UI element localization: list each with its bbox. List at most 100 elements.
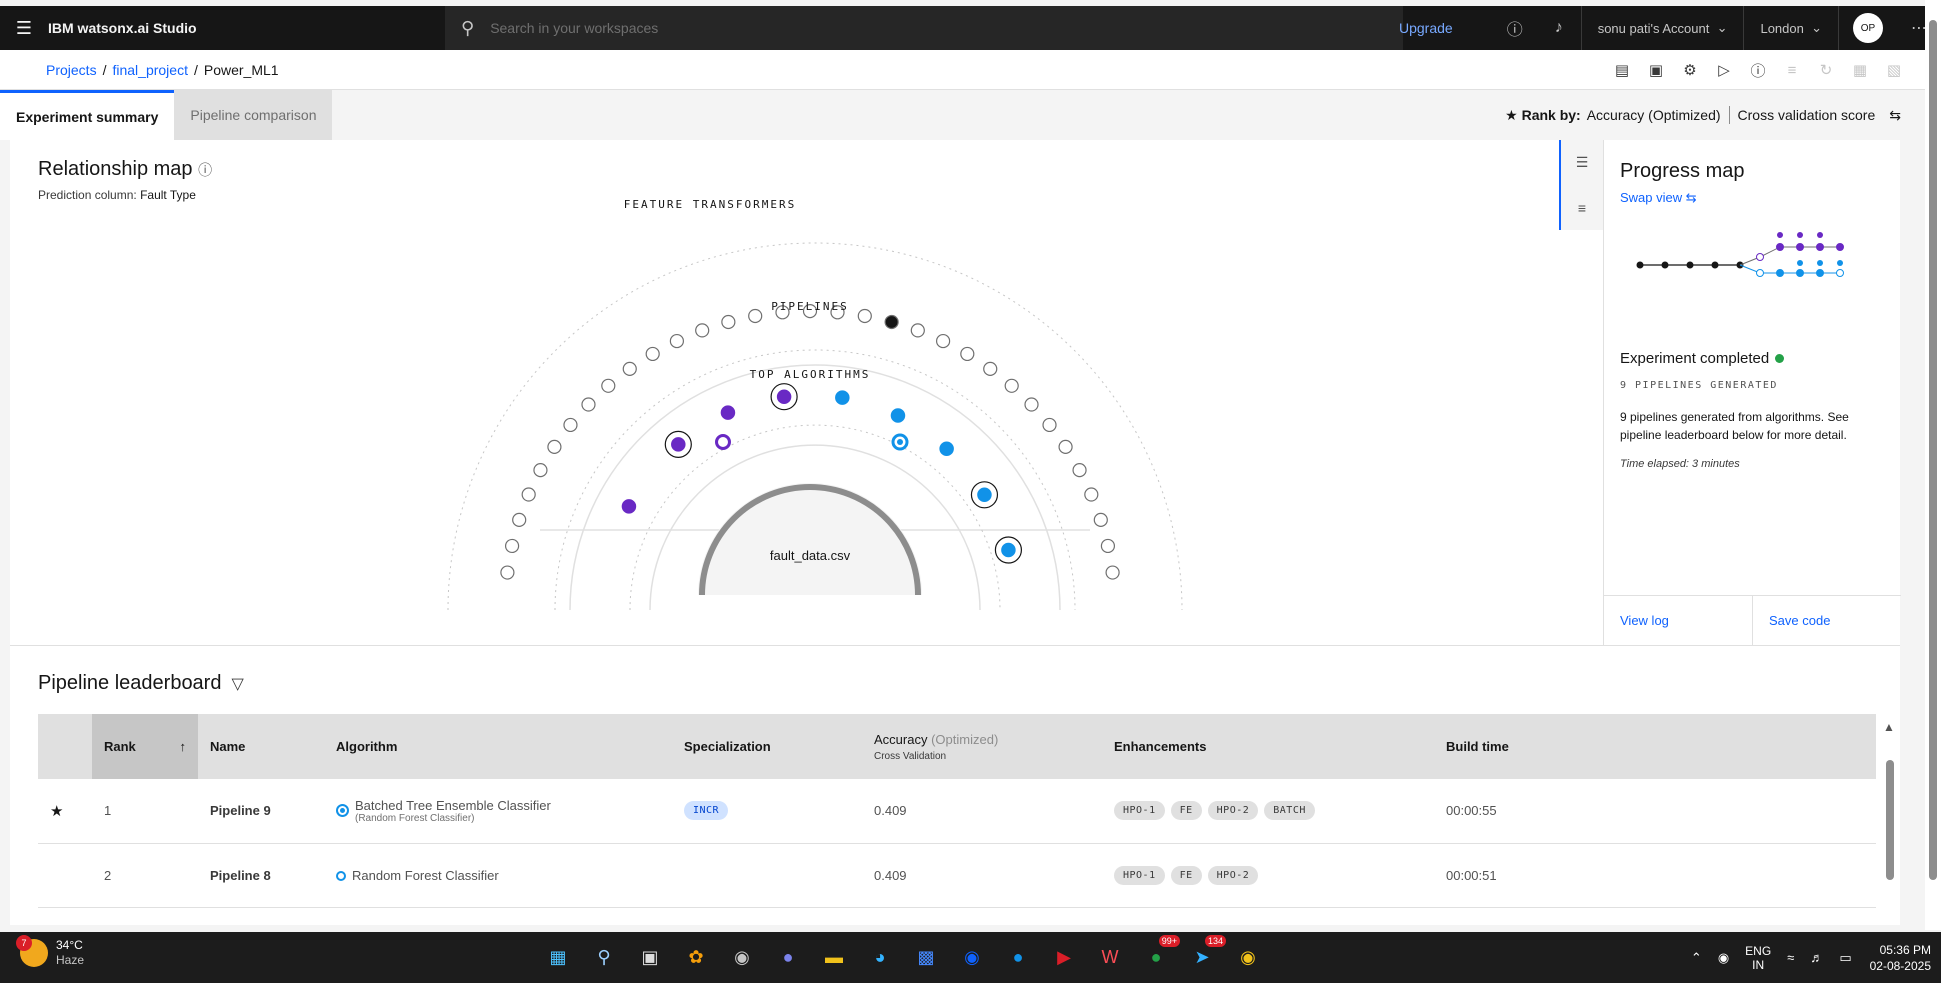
upgrade-link[interactable]: Upgrade: [1399, 20, 1453, 36]
app-icon[interactable]: ●: [1000, 939, 1036, 975]
save-icon[interactable]: ▤: [1605, 61, 1639, 79]
pipeline-name-cell[interactable]: Pipeline 9: [198, 779, 324, 844]
sort-ascending-icon[interactable]: ↑: [180, 739, 187, 754]
search-bar[interactable]: ⚲ Search in your workspaces: [445, 6, 1403, 50]
feature-transformer-node[interactable]: [1084, 487, 1099, 502]
feature-transformer-node[interactable]: [1042, 417, 1057, 433]
feature-transformer-node[interactable]: [500, 565, 515, 580]
dataset-hub[interactable]: [698, 483, 922, 595]
task-view-icon[interactable]: ▣: [632, 939, 668, 975]
column-rank[interactable]: Rank ↑: [92, 714, 198, 779]
language-indicator[interactable]: ENG IN: [1745, 944, 1771, 972]
pipeline-node[interactable]: [937, 439, 956, 458]
layout-icon[interactable]: ▧: [1877, 61, 1911, 79]
chat-icon[interactable]: ◉: [724, 939, 760, 975]
feature-transformer-node[interactable]: [622, 361, 637, 376]
youtube-icon[interactable]: ▶: [1046, 939, 1082, 975]
leaderboard-scrollbar[interactable]: ▲: [1880, 720, 1900, 930]
feature-transformer-node[interactable]: [857, 308, 872, 324]
column-specialization[interactable]: Specialization: [672, 714, 862, 779]
feature-transformer-node[interactable]: [669, 333, 684, 349]
save-code-link[interactable]: Save code: [1752, 596, 1901, 645]
column-build-time[interactable]: Build time: [1434, 714, 1876, 779]
breadcrumb-project[interactable]: final_project: [112, 62, 188, 78]
tab-pipeline-comparison[interactable]: Pipeline comparison: [174, 90, 333, 140]
swap-icon[interactable]: ⇆: [1889, 107, 1901, 124]
pipeline-node[interactable]: [889, 406, 907, 425]
search-input[interactable]: Search in your workspaces: [490, 20, 658, 36]
table-row[interactable]: 2 Pipeline 8 Random Forest Classifier 0.…: [38, 843, 1876, 908]
battery-icon[interactable]: ▭: [1839, 950, 1851, 966]
page-scrollbar[interactable]: [1925, 0, 1941, 930]
feature-transformer-node[interactable]: [1058, 439, 1073, 454]
wifi-icon[interactable]: ≈: [1787, 950, 1794, 965]
feature-transformer-node[interactable]: [645, 346, 660, 362]
chrome-icon[interactable]: ◉: [1230, 939, 1266, 975]
feature-transformer-node[interactable]: [1093, 512, 1108, 527]
pipeline-node[interactable]: [620, 497, 638, 516]
volume-icon[interactable]: ♬: [1810, 950, 1823, 965]
rank-by-metric[interactable]: Accuracy (Optimized): [1587, 107, 1721, 123]
help-icon[interactable]: ⓘ: [1493, 16, 1537, 40]
feature-transformer-node[interactable]: [581, 397, 596, 412]
feature-transformer-node[interactable]: [983, 361, 998, 376]
search-icon[interactable]: ⚲: [586, 939, 622, 975]
pipeline-node[interactable]: [833, 388, 852, 407]
scrollbar-thumb[interactable]: [1886, 760, 1894, 880]
filter-icon[interactable]: ▽: [231, 676, 243, 693]
feature-transformer-node[interactable]: [533, 463, 548, 478]
feature-transformer-node[interactable]: [1100, 538, 1116, 554]
compare-icon[interactable]: ≡: [1775, 62, 1809, 79]
rank-by-scope[interactable]: Cross validation score: [1738, 107, 1876, 123]
account-switcher[interactable]: sonu pati's Account ⌄: [1580, 6, 1745, 50]
column-algorithm[interactable]: Algorithm: [324, 714, 672, 779]
info-icon[interactable]: ⓘ: [1741, 60, 1775, 81]
bullet-list-icon[interactable]: ≡: [1561, 185, 1603, 230]
algorithm-node-cyan-core[interactable]: [897, 439, 903, 445]
copilot-icon[interactable]: ✿: [678, 939, 714, 975]
pipeline-name-cell[interactable]: Pipeline 8: [198, 843, 324, 908]
algorithm-node-purple[interactable]: [715, 434, 731, 450]
rank-by-selector[interactable]: ★ Rank by: Accuracy (Optimized) Cross va…: [1505, 90, 1901, 140]
teams-icon[interactable]: ●: [770, 939, 806, 975]
column-enhancements[interactable]: Enhancements: [1102, 714, 1434, 779]
whatsapp-icon[interactable]: ● 99+: [1138, 935, 1180, 975]
breadcrumb-projects[interactable]: Projects: [46, 62, 97, 78]
product-name[interactable]: IBM watsonx.ai Studio: [48, 20, 440, 36]
pipeline-node[interactable]: [669, 435, 688, 454]
wps-office-icon[interactable]: W: [1092, 939, 1128, 975]
feature-transformer-node[interactable]: [512, 512, 527, 527]
view-log-link[interactable]: View log: [1604, 596, 1752, 645]
feature-transformer-node[interactable]: [748, 308, 763, 324]
microsoft-store-icon[interactable]: ▩: [908, 939, 944, 975]
feature-transformer-node[interactable]: [960, 346, 975, 362]
windows-start-icon[interactable]: ▦: [540, 939, 576, 975]
clock[interactable]: 05:36 PM 02-08-2025: [1870, 942, 1931, 974]
feature-transformer-node[interactable]: [936, 333, 951, 349]
weather-widget[interactable]: 7 34°C Haze: [16, 935, 84, 968]
edge-browser-icon[interactable]: ◕: [862, 939, 898, 975]
feature-transformer-node[interactable]: [695, 323, 710, 338]
feature-transformer-node[interactable]: [1105, 565, 1120, 580]
column-name[interactable]: Name: [198, 714, 324, 779]
details-icon[interactable]: ▦: [1843, 61, 1877, 79]
notification-bell-icon[interactable]: ♪: [1537, 19, 1581, 37]
feature-transformer-node[interactable]: [563, 417, 578, 433]
file-explorer-icon[interactable]: ▬: [816, 939, 852, 975]
feature-transformer-node[interactable]: [721, 314, 736, 330]
feature-transformer-node[interactable]: [884, 314, 899, 330]
hamburger-menu-icon[interactable]: ☰: [0, 18, 48, 39]
column-accuracy[interactable]: Accuracy (Optimized) Cross Validation: [862, 714, 1102, 779]
run-play-icon[interactable]: ▷: [1707, 61, 1741, 79]
notebook-icon[interactable]: ▣: [1639, 61, 1673, 79]
pipeline-node[interactable]: [999, 541, 1018, 559]
pipeline-node[interactable]: [975, 486, 994, 504]
tab-experiment-summary[interactable]: Experiment summary: [0, 90, 175, 140]
avatar[interactable]: OP: [1853, 13, 1883, 43]
feature-transformer-node[interactable]: [601, 378, 616, 393]
feature-transformer-node[interactable]: [910, 323, 925, 338]
feature-transformer-node[interactable]: [547, 439, 562, 454]
feature-transformer-node[interactable]: [504, 538, 520, 554]
table-row[interactable]: ★ 1 Pipeline 9 Batched Tree Ensemble Cla…: [38, 779, 1876, 844]
feature-transformer-node[interactable]: [1072, 463, 1087, 478]
